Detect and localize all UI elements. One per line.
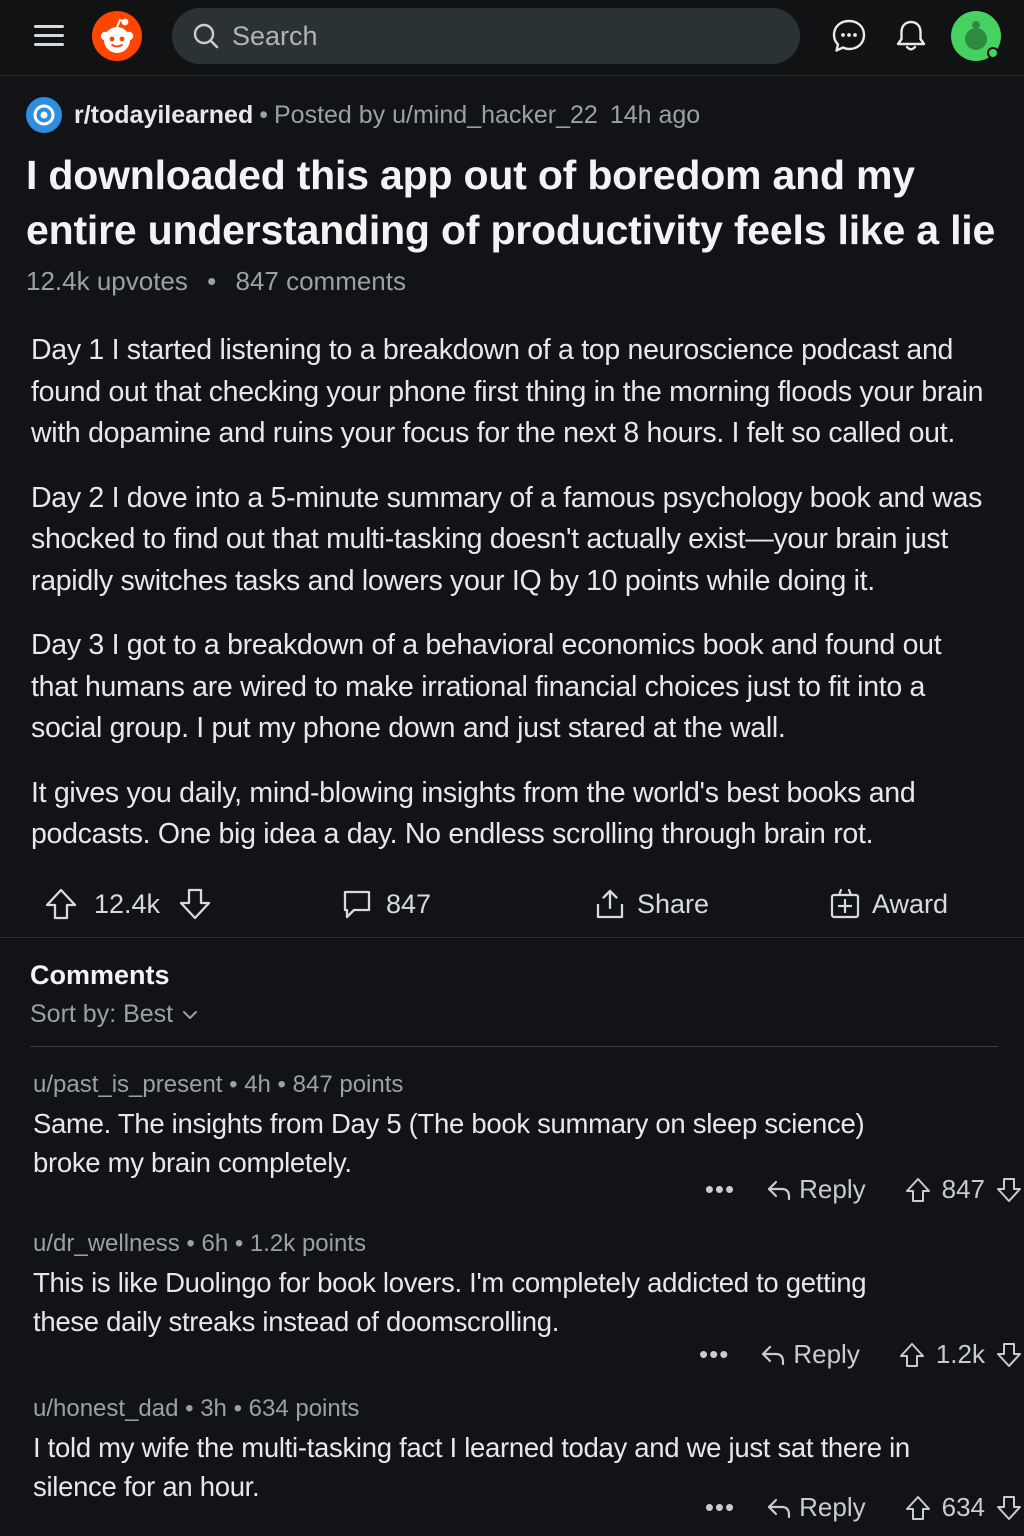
share-icon	[596, 889, 624, 919]
comment-meta: u/honest_dad • 3h • 634 points	[33, 1395, 360, 1422]
downvote-icon[interactable]	[178, 887, 212, 921]
more-options-icon[interactable]: •••	[705, 1174, 735, 1205]
upvote-icon[interactable]	[904, 1176, 932, 1204]
comment-text: This is like Duolingo for book lovers. I…	[33, 1267, 867, 1337]
comments-heading: Comments	[30, 960, 170, 990]
sort-label: Sort by: Best	[30, 1000, 174, 1028]
upvote-count: 12.4k upvotes	[26, 266, 188, 296]
downvote-icon[interactable]	[995, 1341, 1023, 1369]
posted-by[interactable]: Posted by u/mind_hacker_22	[274, 101, 598, 130]
reply-icon	[762, 1345, 785, 1365]
comments-count: 847	[386, 888, 432, 919]
search-icon	[193, 23, 219, 49]
search-bar[interactable]: Search	[172, 8, 800, 64]
menu-icon[interactable]	[34, 24, 64, 48]
divider	[30, 1046, 998, 1047]
post-title: I downloaded this app out of boredom and…	[26, 152, 996, 253]
downvote-icon[interactable]	[995, 1494, 1023, 1522]
reply-label: Reply	[799, 1174, 866, 1204]
reply-icon	[768, 1180, 791, 1200]
share-label: Share	[637, 888, 710, 919]
reply-label: Reply	[793, 1339, 860, 1369]
bell-icon[interactable]	[891, 16, 931, 56]
award-button[interactable]: Award	[828, 884, 948, 924]
reply-icon	[768, 1498, 791, 1518]
post-stats: 12.4k upvotes • 847 comments	[26, 266, 406, 297]
reddit-logo[interactable]	[92, 11, 142, 61]
comment-meta: u/dr_wellness • 6h • 1.2k points	[33, 1230, 366, 1257]
reply-button[interactable]: Reply	[765, 1492, 866, 1523]
comment: u/honest_dad • 3h • 634 points I told my…	[33, 1392, 1021, 1522]
comment: u/past_is_present • 4h • 847 points Same…	[33, 1068, 1021, 1204]
chat-icon[interactable]	[829, 16, 869, 56]
comments-button[interactable]: 847	[340, 884, 431, 924]
sort-dropdown[interactable]: Sort by: Best	[30, 1000, 199, 1029]
downvote-icon[interactable]	[995, 1176, 1023, 1204]
post-action-bar: 12.4k 847 Share Award	[0, 872, 1024, 938]
body-paragraph: Day 2 I dove into a 5-minute summary of …	[31, 481, 983, 597]
comment-score: 1.2k	[935, 1339, 985, 1369]
avatar[interactable]	[951, 11, 1001, 61]
comment-actions: ••• Reply 1.2k	[699, 1339, 1023, 1370]
subreddit-icon[interactable]	[26, 97, 62, 133]
search-input[interactable]: Search	[232, 8, 318, 64]
body-paragraph: It gives you daily, mind-blowing insight…	[31, 776, 916, 851]
comment-score: 847	[941, 1174, 985, 1204]
body-paragraph: Day 1 I started listening to a breakdown…	[31, 334, 984, 449]
reply-button[interactable]: Reply	[765, 1174, 866, 1205]
chevron-down-icon	[183, 1010, 198, 1019]
more-options-icon[interactable]: •••	[705, 1492, 735, 1523]
award-icon	[830, 888, 860, 919]
upvote-icon[interactable]	[904, 1494, 932, 1522]
post-meta: r/todayilearned • Posted by u/mind_hacke…	[26, 96, 700, 134]
share-button[interactable]: Share	[593, 884, 709, 924]
post-body: Day 1 I started listening to a breakdown…	[31, 330, 991, 879]
subreddit-link[interactable]: r/todayilearned	[74, 101, 253, 130]
body-paragraph: Day 3 I got to a breakdown of a behavior…	[31, 629, 942, 744]
comment-actions: ••• Reply 634	[705, 1492, 1023, 1523]
upvote-icon[interactable]	[44, 887, 78, 921]
comment-text: Same. The insights from Day 5 (The book …	[33, 1108, 865, 1178]
award-label: Award	[872, 888, 949, 919]
post-age: 14h ago	[609, 100, 701, 129]
vote-controls: 12.4k	[44, 884, 212, 924]
upvote-icon[interactable]	[898, 1341, 926, 1369]
meta-separator: •	[259, 100, 268, 129]
comment-score: 634	[941, 1492, 985, 1522]
comment-meta: u/past_is_present • 4h • 847 points	[33, 1071, 404, 1098]
top-bar: Search	[0, 0, 1024, 76]
comment: u/dr_wellness • 6h • 1.2k points This is…	[33, 1227, 1021, 1369]
reply-label: Reply	[799, 1492, 866, 1522]
stats-separator: •	[207, 266, 217, 296]
more-options-icon[interactable]: •••	[699, 1339, 729, 1370]
comment-icon	[343, 890, 371, 919]
post-score: 12.4k	[94, 888, 161, 919]
comment-count: 847 comments	[235, 266, 406, 296]
reply-button[interactable]: Reply	[759, 1339, 860, 1370]
comment-actions: ••• Reply 847	[705, 1174, 1023, 1205]
